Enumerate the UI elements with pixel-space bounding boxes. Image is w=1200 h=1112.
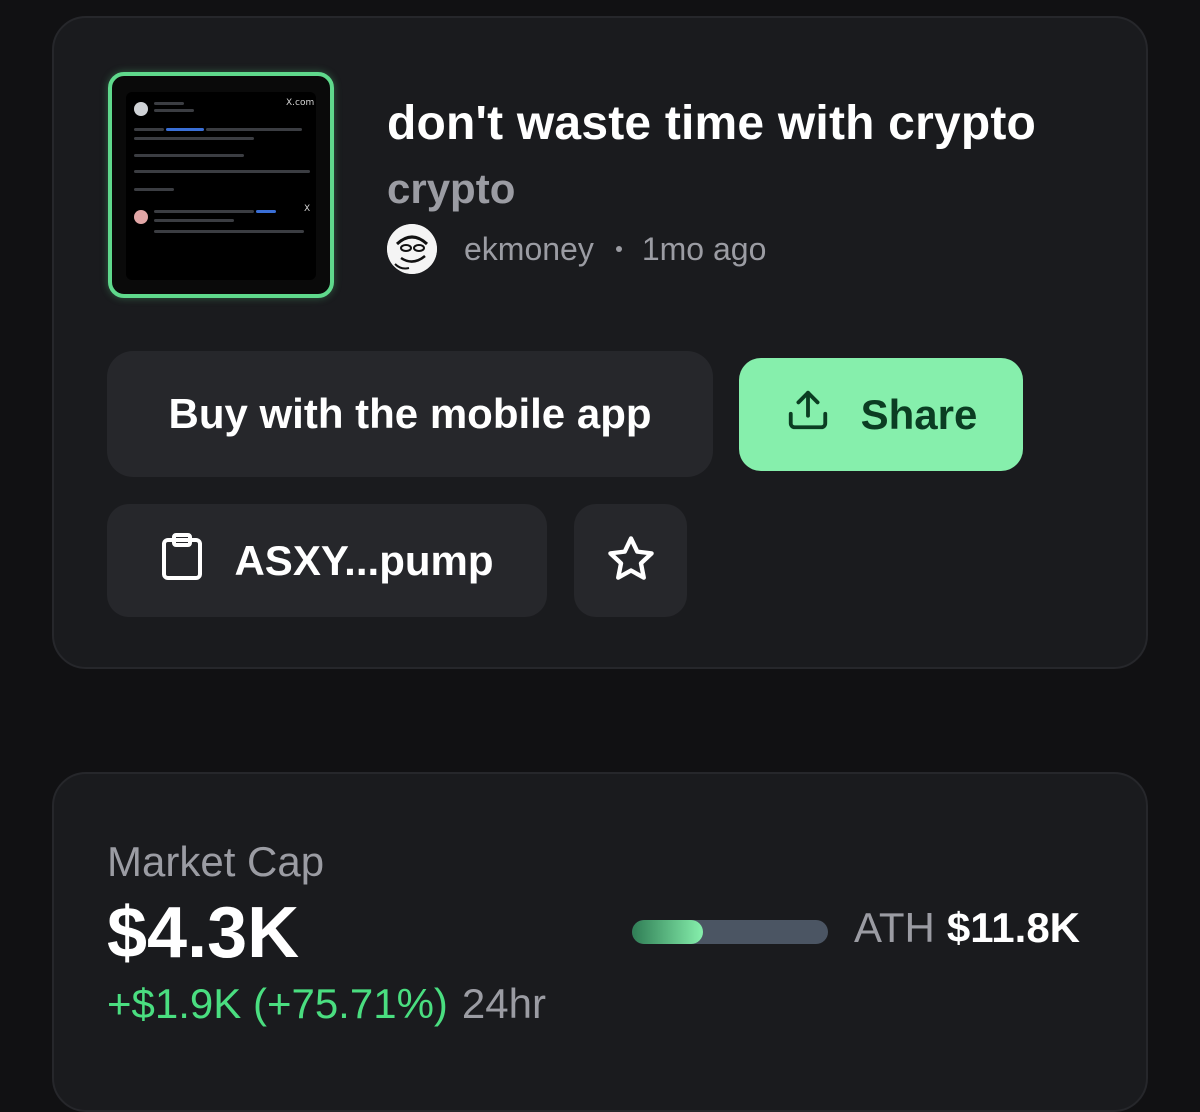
favorite-button[interactable] (574, 504, 687, 617)
share-label: Share (860, 390, 978, 438)
ath-progress-bar (632, 920, 828, 944)
ath-row: ATH $11.8K (854, 904, 1080, 952)
buy-with-mobile-app-button[interactable]: Buy with the mobile app (107, 351, 713, 477)
star-icon (605, 533, 657, 588)
market-cap-label: Market Cap (107, 838, 325, 885)
separator-dot (615, 246, 622, 252)
ath-label: ATH (854, 904, 935, 951)
creator-avatar[interactable] (387, 224, 437, 274)
token-ticker: crypto (387, 165, 516, 212)
token-title: don't waste time with crypto (387, 97, 1037, 150)
copy-address-button[interactable]: ASXY...pump (107, 504, 547, 617)
token-card: X.com X don't waste time with crypto cry… (52, 16, 1148, 669)
ath-value: $11.8K (946, 904, 1081, 951)
market-cap-period: 24hr (461, 980, 546, 1027)
market-cap-change: +$1.9K (+75.71%) (107, 980, 448, 1027)
clipboard-icon (160, 532, 204, 590)
creator-row: ekmoney 1mo ago (387, 223, 766, 275)
upload-share-icon (785, 387, 831, 443)
contract-address: ASXY...pump (234, 536, 494, 584)
market-cap-card: Market Cap $4.3K +$1.9K (+75.71%) 24hr AT… (52, 772, 1148, 1112)
share-button[interactable]: Share (739, 358, 1023, 471)
creator-name[interactable]: ekmoney (464, 231, 594, 268)
market-cap-value: $4.3K (107, 893, 300, 973)
market-cap-change-row: +$1.9K (+75.71%) 24hr (107, 980, 546, 1028)
tweet-screenshot-image: X.com X (126, 92, 316, 280)
token-age: 1mo ago (641, 230, 767, 267)
token-thumbnail[interactable]: X.com X (108, 72, 334, 298)
ath-progress-fill (632, 920, 703, 944)
